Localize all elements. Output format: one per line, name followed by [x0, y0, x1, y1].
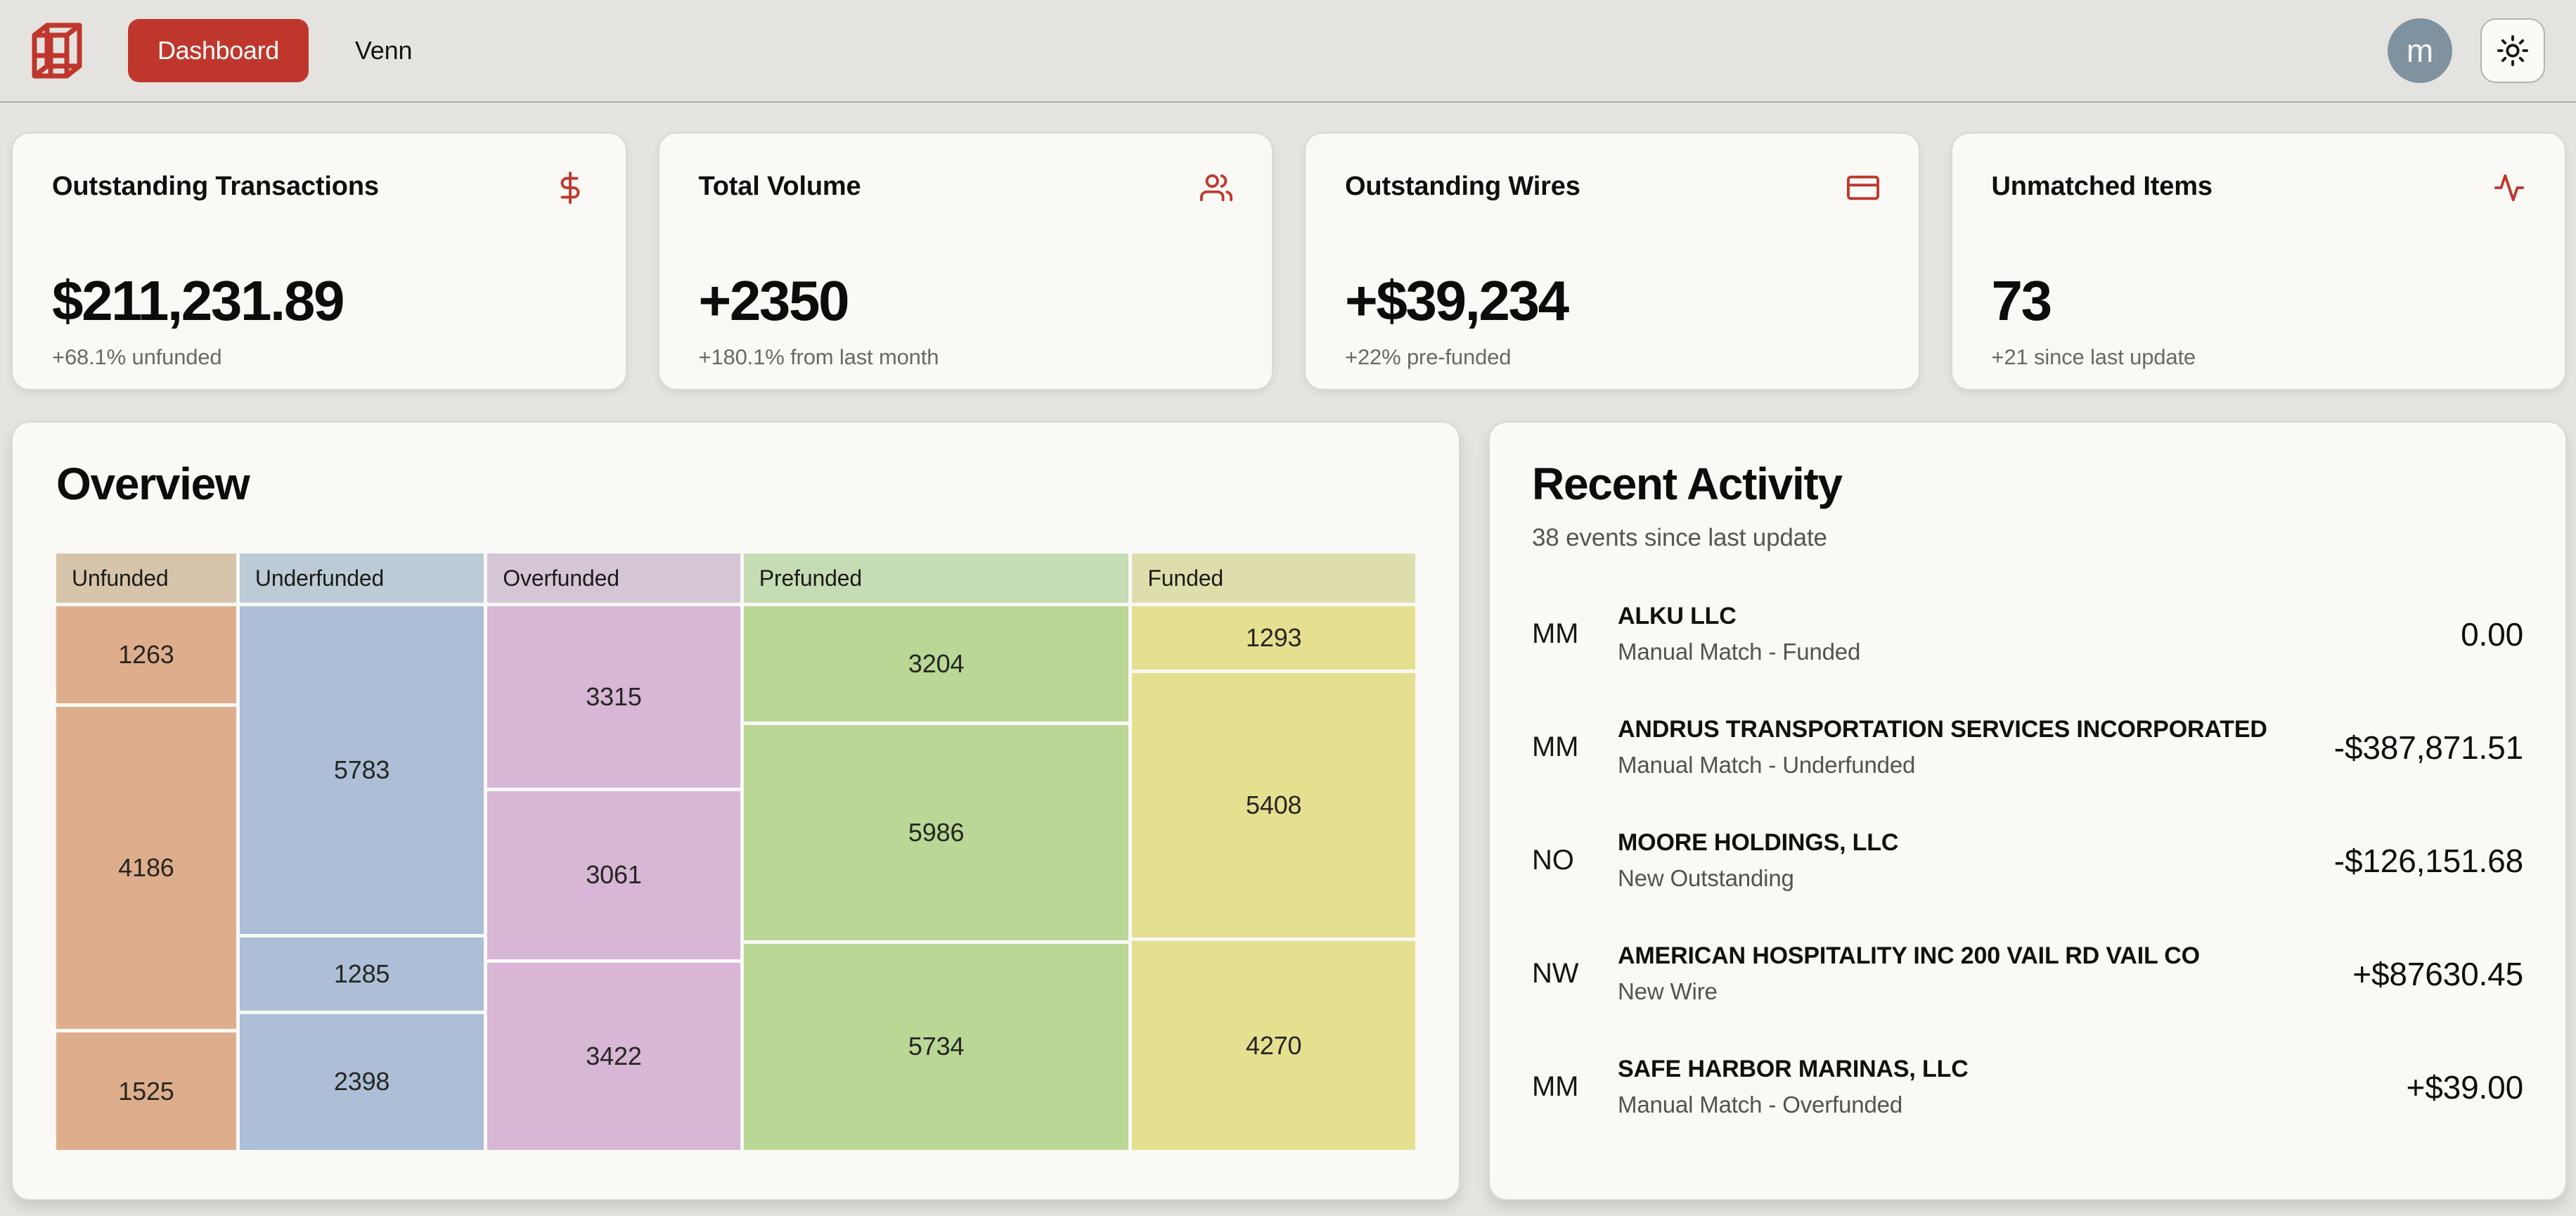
theme-toggle-button[interactable] [2480, 18, 2545, 83]
stat-card-subtext: +68.1% unfunded [52, 345, 586, 370]
treemap-column-body: 3204 5986 5734 [744, 606, 1129, 1150]
treemap-block: 3422 [487, 963, 740, 1150]
treemap-column-header: Prefunded [744, 553, 1129, 603]
stat-card: Unmatched Items 73 +21 since last update [1951, 132, 2567, 390]
treemap-block: 1285 [240, 937, 484, 1011]
stat-card-value: +2350 [699, 269, 1233, 333]
activity-code: MM [1532, 618, 1618, 650]
treemap-block: 3061 [487, 791, 740, 959]
activity-row[interactable]: NW AMERICAN HOSPITALITY INC 200 VAIL RD … [1532, 942, 2523, 1005]
activity-name: ANDRUS TRANSPORTATION SERVICES INCORPORA… [1618, 716, 2317, 743]
activity-amount: -$126,151.68 [2317, 842, 2523, 880]
treemap-block: 1525 [56, 1032, 236, 1150]
activity-amount: +$87630.45 [2336, 955, 2523, 993]
treemap-block: 5783 [240, 606, 484, 934]
stat-card-title: Total Volume [699, 172, 861, 202]
stat-card-subtext: +22% pre-funded [1345, 345, 1879, 370]
stat-card: Total Volume +2350 +180.1% from last mon… [658, 132, 1274, 390]
activity-name: ALKU LLC [1618, 603, 2444, 630]
stat-card: Outstanding Transactions $211,231.89 +68… [11, 132, 627, 390]
treemap-block: 5986 [744, 725, 1129, 940]
activity-code: MM [1532, 731, 1618, 763]
recent-activity-title: Recent Activity [1532, 458, 2523, 510]
treemap-block: 2398 [240, 1014, 484, 1150]
activity-amount: +$39.00 [2390, 1068, 2523, 1106]
treemap-block: 1293 [1132, 606, 1415, 670]
activity-description: Manual Match - Funded [1618, 639, 2444, 665]
activity-code: NO [1532, 845, 1618, 876]
treemap-column-body: 3315 3061 3422 [487, 606, 740, 1150]
treemap-column-header: Overfunded [487, 553, 740, 603]
stat-card-value: 73 [1992, 269, 2526, 333]
top-bar: Dashboard Venn m [0, 0, 2576, 103]
activity-code: NW [1532, 958, 1618, 990]
treemap-column: Underfunded 5783 1285 2398 [240, 553, 484, 1150]
activity-description: New Outstanding [1618, 865, 2317, 892]
overview-panel: Overview Unfunded 1263 4186 1525 Underfu… [11, 421, 1460, 1201]
treemap-column-body: 1293 5408 4270 [1132, 606, 1415, 1150]
recent-activity-subtitle: 38 events since last update [1532, 524, 2523, 552]
treemap-column-header: Funded [1132, 553, 1415, 603]
activity-name: AMERICAN HOSPITALITY INC 200 VAIL RD VAI… [1618, 942, 2336, 970]
nav-dashboard-button[interactable]: Dashboard [128, 19, 309, 82]
activity-amount: 0.00 [2444, 615, 2523, 653]
stat-card-title: Unmatched Items [1992, 172, 2213, 202]
activity-amount: -$387,871.51 [2317, 729, 2523, 767]
nav-venn-link[interactable]: Venn [355, 36, 412, 65]
treemap-block: 3204 [744, 606, 1129, 722]
treemap-block: 5734 [744, 944, 1129, 1150]
activity-icon [2493, 172, 2525, 204]
treemap-column: Overfunded 3315 3061 3422 [487, 553, 740, 1150]
treemap-block: 4186 [56, 707, 236, 1029]
dollar-sign-icon [554, 172, 586, 204]
overview-title: Overview [56, 458, 1415, 510]
activity-row[interactable]: NO MOORE HOLDINGS, LLC New Outstanding -… [1532, 829, 2523, 892]
activity-name: SAFE HARBOR MARINAS, LLC [1618, 1056, 2390, 1083]
stat-card-subtext: +21 since last update [1992, 345, 2526, 370]
stat-card: Outstanding Wires +$39,234 +22% pre-fund… [1304, 132, 1920, 390]
treemap-column: Funded 1293 5408 4270 [1132, 553, 1415, 1150]
treemap-column-header: Underfunded [240, 553, 484, 603]
activity-row[interactable]: MM ALKU LLC Manual Match - Funded 0.00 [1532, 603, 2523, 665]
stat-card-value: $211,231.89 [52, 269, 586, 333]
treemap-column: Unfunded 1263 4186 1525 [56, 553, 236, 1150]
funding-treemap-chart: Unfunded 1263 4186 1525 Underfunded 5783… [56, 553, 1415, 1150]
activity-code: MM [1532, 1071, 1618, 1103]
recent-activity-list: MM ALKU LLC Manual Match - Funded 0.00 M… [1532, 603, 2523, 1118]
user-avatar[interactable]: m [2388, 18, 2452, 83]
stat-cards-row: Outstanding Transactions $211,231.89 +68… [0, 103, 2576, 390]
activity-description: Manual Match - Underfunded [1618, 752, 2317, 779]
activity-description: Manual Match - Overfunded [1618, 1092, 2390, 1118]
recent-activity-panel: Recent Activity 38 events since last upd… [1488, 421, 2567, 1201]
treemap-block: 3315 [487, 606, 740, 788]
stat-card-title: Outstanding Transactions [52, 172, 379, 202]
sun-icon [2497, 34, 2529, 67]
treemap-block: 5408 [1132, 673, 1415, 937]
treemap-column: Prefunded 3204 5986 5734 [744, 553, 1129, 1150]
treemap-column-header: Unfunded [56, 553, 236, 603]
stat-card-title: Outstanding Wires [1345, 172, 1580, 202]
treemap-column-body: 1263 4186 1525 [56, 606, 236, 1150]
users-icon [1200, 172, 1232, 204]
stat-card-value: +$39,234 [1345, 269, 1879, 333]
activity-row[interactable]: MM SAFE HARBOR MARINAS, LLC Manual Match… [1532, 1056, 2523, 1118]
activity-description: New Wire [1618, 978, 2336, 1005]
treemap-column-body: 5783 1285 2398 [240, 606, 484, 1150]
cube-wireframe-icon [31, 18, 83, 83]
treemap-block: 1263 [56, 606, 236, 703]
activity-name: MOORE HOLDINGS, LLC [1618, 829, 2317, 857]
activity-row[interactable]: MM ANDRUS TRANSPORTATION SERVICES INCORP… [1532, 716, 2523, 779]
credit-card-icon [1847, 172, 1879, 204]
treemap-block: 4270 [1132, 941, 1415, 1150]
main-panels: Overview Unfunded 1263 4186 1525 Underfu… [0, 390, 2576, 1201]
stat-card-subtext: +180.1% from last month [699, 345, 1233, 370]
